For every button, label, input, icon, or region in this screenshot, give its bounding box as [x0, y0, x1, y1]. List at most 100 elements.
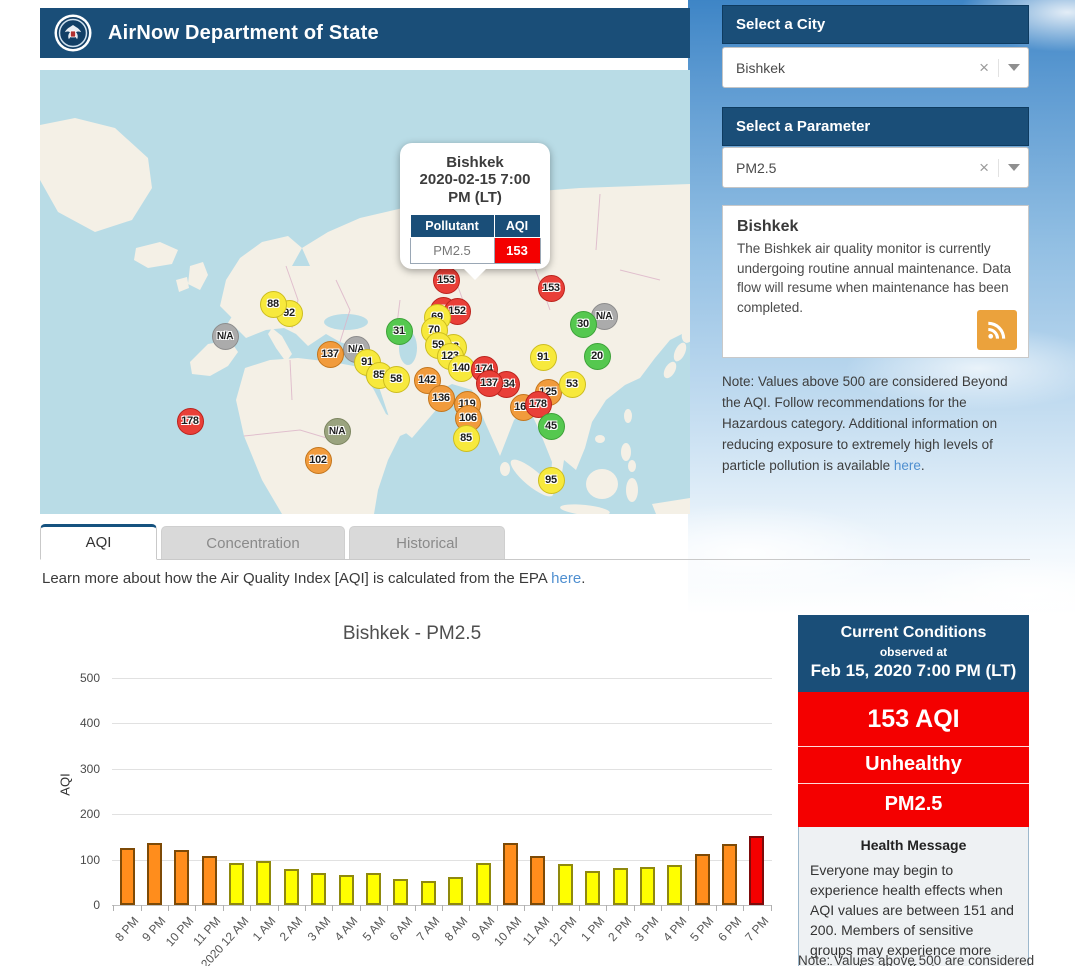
bar[interactable] [174, 850, 189, 905]
popup-pollutant-value: PM2.5 [410, 238, 494, 264]
x-tick [771, 905, 772, 911]
bar[interactable] [667, 865, 682, 905]
bar[interactable] [366, 873, 381, 905]
x-tick [552, 905, 553, 911]
clear-icon[interactable]: × [979, 159, 989, 176]
map-marker[interactable]: N/A [324, 418, 351, 445]
popup-datetime: 2020-02-15 7:00 PM (LT) [400, 171, 550, 207]
x-tick [579, 905, 580, 911]
map-marker[interactable]: 45 [538, 413, 565, 440]
bar[interactable] [640, 867, 655, 905]
bar[interactable] [530, 856, 545, 905]
x-tick [113, 905, 114, 911]
notice-card: Bishkek The Bishkek air quality monitor … [722, 205, 1029, 358]
cc-pollutant: PM2.5 [798, 784, 1029, 827]
gridline [112, 723, 772, 724]
x-tick [250, 905, 251, 911]
x-tick [387, 905, 388, 911]
x-tick [716, 905, 717, 911]
map-marker[interactable]: 88 [260, 291, 287, 318]
bar[interactable] [284, 869, 299, 905]
bar[interactable] [393, 879, 408, 905]
bar[interactable] [722, 844, 737, 905]
tab-concentration[interactable]: Concentration [161, 526, 345, 559]
cc-datetime: Feb 15, 2020 7:00 PM (LT) [804, 661, 1023, 681]
bar[interactable] [421, 881, 436, 905]
bar[interactable] [585, 871, 600, 905]
map-marker[interactable]: 20 [584, 343, 611, 370]
map-marker[interactable]: 58 [383, 366, 410, 393]
map-marker[interactable]: 85 [453, 425, 480, 452]
bar[interactable] [503, 843, 518, 905]
x-tick [278, 905, 279, 911]
bar[interactable] [229, 863, 244, 905]
map-marker[interactable]: 31 [386, 318, 413, 345]
city-select-value: Bishkek [736, 60, 785, 76]
parameter-select-header: Select a Parameter [722, 107, 1029, 146]
map-marker[interactable]: 30 [570, 311, 597, 338]
map-marker[interactable]: 102 [305, 447, 332, 474]
bar[interactable] [749, 836, 764, 905]
cc-aqi-block: 153 AQI Unhealthy PM2.5 [798, 692, 1029, 827]
city-select-control[interactable]: Bishkek × [722, 47, 1029, 88]
map-marker[interactable]: 153 [433, 267, 460, 294]
cc-title: Current Conditions [804, 624, 1023, 642]
bar[interactable] [202, 856, 217, 905]
select-separator [998, 159, 999, 177]
cc-health-section: Health Message Everyone may begin to exp… [798, 827, 1029, 966]
bar[interactable] [311, 873, 326, 905]
map-marker[interactable]: 53 [559, 371, 586, 398]
bar[interactable] [147, 843, 162, 905]
bar[interactable] [256, 861, 271, 905]
rss-icon[interactable] [977, 310, 1017, 350]
popup-aqi-value: 153 [494, 238, 540, 264]
parameter-select-control[interactable]: PM2.5 × [722, 147, 1029, 188]
x-tick [469, 905, 470, 911]
chart: Bishkek - PM2.5 AQI 50040030020010008 PM… [40, 615, 800, 966]
clear-icon[interactable]: × [979, 59, 989, 76]
gridline [112, 814, 772, 815]
aqi-note: Note: Values above 500 are considered Be… [722, 372, 1030, 477]
map-marker[interactable]: N/A [212, 323, 239, 350]
city-select-header: Select a City [722, 5, 1029, 44]
cc-aqi-value: 153 AQI [798, 692, 1029, 747]
map-marker[interactable]: 178 [177, 408, 204, 435]
parameter-select-label: Select a Parameter [736, 118, 870, 135]
chevron-down-icon[interactable] [1008, 164, 1020, 171]
select-separator [998, 59, 999, 77]
bar[interactable] [613, 868, 628, 905]
y-tick-label: 500 [60, 671, 100, 685]
x-tick [524, 905, 525, 911]
bar[interactable] [476, 863, 491, 905]
x-tick [415, 905, 416, 911]
map-marker[interactable]: 137 [476, 370, 503, 397]
bar[interactable] [558, 864, 573, 905]
map-marker[interactable]: 137 [317, 341, 344, 368]
map[interactable]: 9288N/AN/A137918558178N/A102311531151526… [40, 70, 690, 514]
bar[interactable] [448, 877, 463, 905]
chevron-down-icon[interactable] [1008, 64, 1020, 71]
bar[interactable] [695, 854, 710, 905]
x-tick [606, 905, 607, 911]
tab-bar: AQI Concentration Historical [40, 524, 509, 560]
y-tick-label: 400 [60, 716, 100, 730]
map-marker[interactable]: 136 [428, 385, 455, 412]
x-tick [223, 905, 224, 911]
popup-col-pollutant: Pollutant [410, 215, 494, 238]
tab-aqi[interactable]: AQI [40, 524, 157, 560]
x-tick [634, 905, 635, 911]
map-marker[interactable]: 95 [538, 467, 565, 494]
tab-historical[interactable]: Historical [349, 526, 505, 559]
map-marker[interactable]: 91 [530, 344, 557, 371]
epa-link[interactable]: here [551, 570, 581, 587]
y-tick-label: 300 [60, 762, 100, 776]
x-tick [195, 905, 196, 911]
y-tick-label: 100 [60, 853, 100, 867]
x-tick [442, 905, 443, 911]
bar[interactable] [120, 848, 135, 905]
map-marker[interactable]: 153 [538, 275, 565, 302]
note-link[interactable]: here [894, 458, 921, 473]
x-tick [497, 905, 498, 911]
notice-body: The Bishkek air quality monitor is curre… [737, 239, 1014, 317]
bar[interactable] [339, 875, 354, 905]
